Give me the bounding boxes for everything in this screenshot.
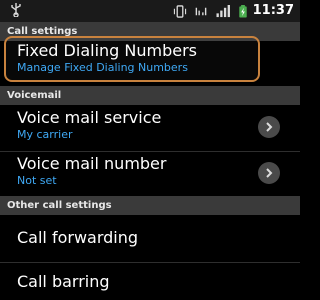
chevron-right-icon: [258, 116, 280, 138]
divider: [0, 262, 300, 263]
fixed-dialing-numbers-item[interactable]: Fixed Dialing Numbers Manage Fixed Diali…: [0, 41, 300, 74]
voicemail-service-item[interactable]: Voice mail service My carrier: [0, 108, 300, 148]
battery-charging-icon: [239, 4, 247, 18]
item-subtitle: Manage Fixed Dialing Numbers: [17, 61, 188, 74]
data-signal-icon: [195, 7, 207, 15]
status-time: 11:37: [252, 3, 294, 18]
chevron-right-icon: [258, 162, 280, 184]
section-header-voicemail: Voicemail: [0, 86, 300, 105]
status-bar: 11:37: [0, 0, 300, 22]
voicemail-number-item[interactable]: Voice mail number Not set: [0, 154, 300, 194]
item-title: Call forwarding: [17, 228, 139, 247]
usb-icon: [11, 3, 21, 17]
item-title: Call barring: [17, 272, 110, 291]
section-header-other-call-settings: Other call settings: [0, 196, 300, 215]
signal-bars-icon: [216, 4, 230, 17]
call-forwarding-item[interactable]: Call forwarding: [0, 228, 300, 254]
item-title: Fixed Dialing Numbers: [17, 41, 197, 60]
divider: [0, 151, 300, 152]
call-barring-item[interactable]: Call barring: [0, 272, 300, 298]
vibrate-icon: [173, 4, 187, 18]
